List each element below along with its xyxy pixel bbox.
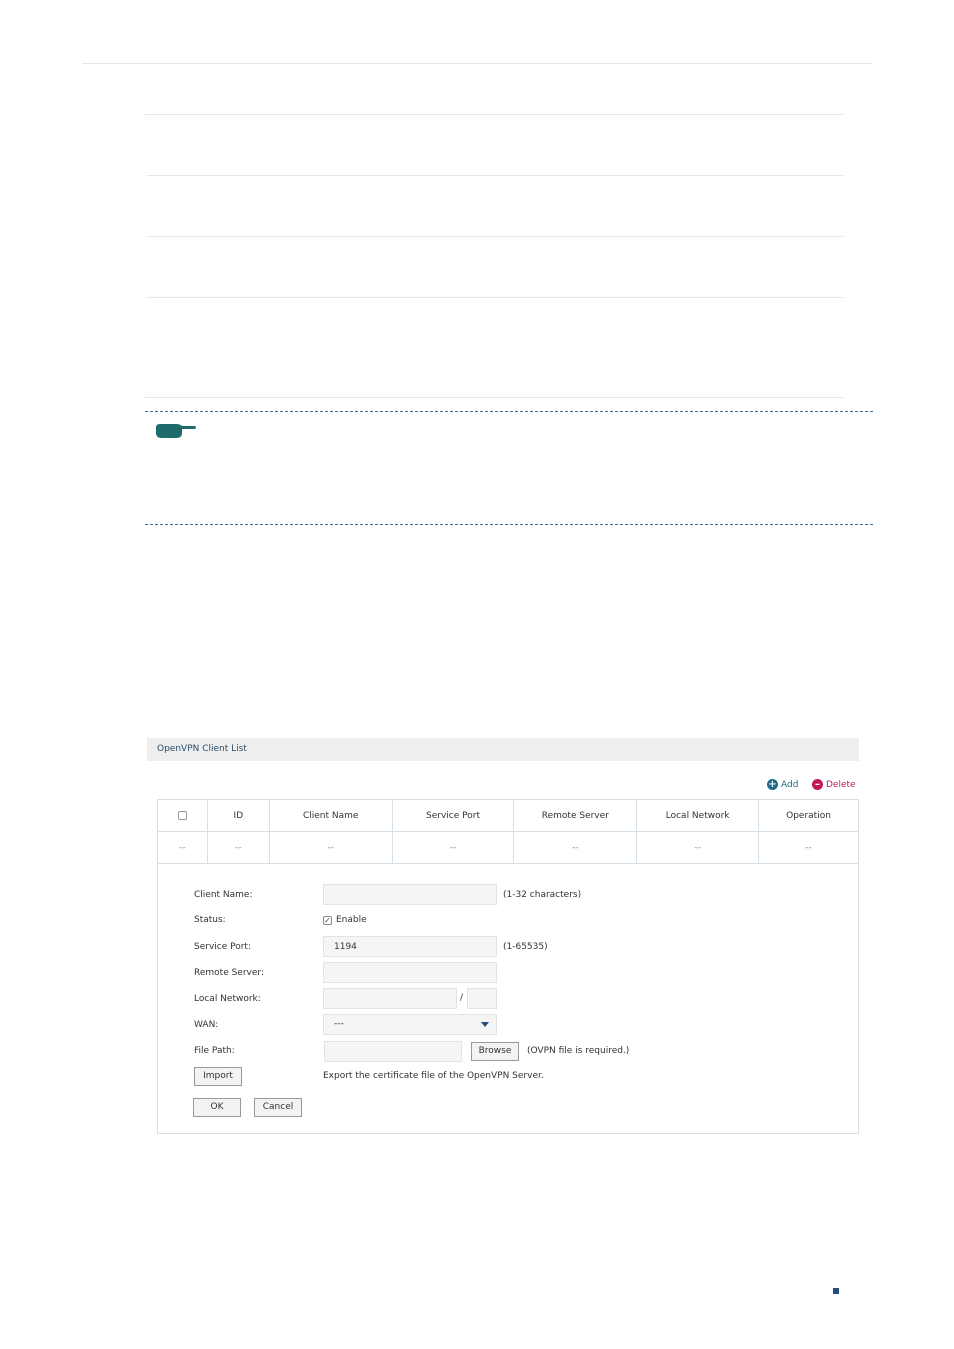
- import-button[interactable]: Import: [194, 1067, 242, 1086]
- column-header-operation: Operation: [758, 799, 859, 832]
- ok-button[interactable]: OK: [193, 1098, 241, 1117]
- column-header-service-port: Service Port: [391, 799, 515, 832]
- client-name-label: Client Name:: [194, 890, 253, 900]
- service-port-input[interactable]: [323, 936, 497, 957]
- table-divider-5: [145, 397, 843, 398]
- table-cell: --: [758, 831, 859, 864]
- remote-server-input[interactable]: [323, 962, 497, 983]
- local-network-separator: /: [460, 993, 464, 1003]
- plus-circle-icon: +: [767, 778, 778, 790]
- column-header-local-network: Local Network: [636, 799, 760, 832]
- page-number-marker: [833, 1288, 839, 1294]
- table-cell: --: [157, 831, 208, 864]
- add-button[interactable]: + Add: [767, 779, 798, 790]
- note-top-border: [145, 411, 873, 412]
- delete-button[interactable]: – Delete: [812, 779, 856, 790]
- table-cell: --: [268, 831, 393, 864]
- local-network-ip-input[interactable]: [323, 988, 457, 1009]
- column-header-id: ID: [206, 799, 270, 832]
- table-cell: --: [391, 831, 515, 864]
- dropdown-arrow-icon: [481, 1022, 489, 1027]
- table-divider-1: [145, 114, 843, 115]
- wan-selected-value: ---: [334, 1019, 344, 1029]
- panel-title: OpenVPN Client List: [157, 744, 247, 754]
- client-name-input[interactable]: [323, 884, 497, 905]
- client-name-hint: (1-32 characters): [503, 890, 582, 900]
- table-cell: --: [206, 831, 270, 864]
- table-divider-4: [147, 297, 843, 298]
- file-path-label: File Path:: [194, 1046, 235, 1056]
- service-port-hint: (1-65535): [503, 942, 548, 952]
- wan-label: WAN:: [194, 1020, 219, 1030]
- panel-header: OpenVPN Client List: [147, 738, 859, 761]
- client-list-table: ID Client Name Service Port Remote Serve…: [157, 799, 859, 864]
- column-header-remote-server: Remote Server: [513, 799, 638, 832]
- delete-label: Delete: [826, 779, 856, 790]
- browse-button[interactable]: Browse: [471, 1042, 519, 1061]
- select-all-cell: [157, 799, 208, 832]
- client-edit-form: [157, 863, 859, 1134]
- add-label: Add: [781, 779, 799, 790]
- status-label: Status:: [194, 915, 226, 925]
- file-path-hint: (OVPN file is required.): [527, 1046, 630, 1056]
- import-description: Export the certificate file of the OpenV…: [323, 1071, 544, 1081]
- local-network-mask-input[interactable]: [467, 988, 497, 1009]
- table-divider-2: [147, 175, 843, 176]
- pointing-hand-icon: [156, 424, 196, 438]
- enable-label: Enable: [336, 915, 367, 925]
- local-network-label: Local Network:: [194, 994, 261, 1004]
- table-cell: --: [636, 831, 760, 864]
- note-bottom-border: [145, 524, 873, 525]
- file-path-input[interactable]: [324, 1041, 462, 1062]
- select-all-checkbox[interactable]: [177, 810, 187, 820]
- wan-select[interactable]: ---: [323, 1014, 497, 1035]
- minus-circle-icon: –: [812, 779, 823, 790]
- cancel-button[interactable]: Cancel: [254, 1098, 302, 1117]
- table-row: -- -- -- -- -- -- --: [157, 831, 859, 864]
- table-header-row: ID Client Name Service Port Remote Serve…: [157, 799, 859, 832]
- status-enable-checkbox[interactable]: ✓ Enable: [323, 915, 367, 925]
- table-cell: --: [513, 831, 638, 864]
- header-divider: [82, 63, 872, 64]
- service-port-label: Service Port:: [194, 942, 251, 952]
- remote-server-label: Remote Server:: [194, 968, 264, 978]
- checkbox-checked-icon: ✓: [323, 915, 332, 925]
- column-header-client-name: Client Name: [268, 799, 393, 832]
- table-divider-3: [147, 236, 843, 237]
